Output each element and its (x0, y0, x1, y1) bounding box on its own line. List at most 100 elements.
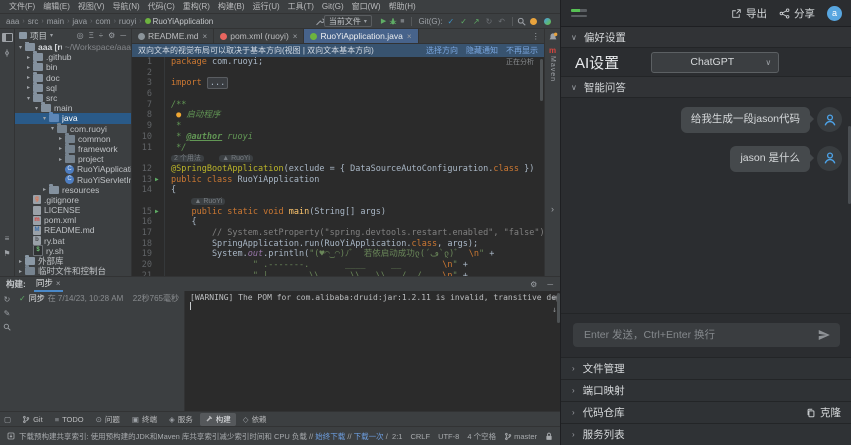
tree-chevron-icon[interactable]: ▾ (49, 125, 56, 132)
breadcrumb-item[interactable]: main (47, 17, 64, 26)
search-everywhere-icon[interactable] (517, 17, 526, 26)
menu-item[interactable]: 运行(U) (249, 1, 284, 12)
close-icon[interactable]: × (203, 32, 208, 41)
tree-item[interactable]: LICENSE (15, 205, 131, 215)
chat-input-box[interactable] (573, 323, 840, 347)
tool-window-tab-问题[interactable]: ⊙问题 (91, 413, 125, 426)
export-button[interactable]: 导出 (731, 6, 767, 21)
status-link[interactable]: 下载一次 (354, 432, 386, 441)
tree-item[interactable]: ▸framework (15, 144, 131, 154)
indent-widget[interactable]: 4 个空格 (467, 431, 496, 442)
run-button[interactable]: ▶ (381, 17, 386, 25)
tree-item[interactable]: RuoYiApplication (15, 164, 131, 174)
breadcrumb-item[interactable]: com (95, 17, 110, 26)
code-line[interactable]: 18 SpringApplication.run(RuoYiApplicatio… (132, 239, 544, 250)
code-line[interactable]: 20 " .-------. ____ __ \n" + (132, 260, 544, 271)
notifications-badge-icon[interactable] (530, 18, 537, 25)
code-line[interactable]: 10 * @author ruoyi (132, 132, 544, 143)
editor-tab[interactable]: README.md× (132, 29, 214, 43)
tree-chevron-icon[interactable]: ▸ (25, 54, 32, 61)
pin-icon[interactable]: ✎ (4, 309, 11, 318)
editor-tab[interactable]: pom.xml (ruoyi)× (214, 29, 304, 43)
find-icon[interactable] (3, 323, 11, 331)
tree-chevron-icon[interactable]: ▸ (57, 156, 64, 163)
tree-chevron-icon[interactable]: ▸ (57, 145, 64, 152)
code-line[interactable]: 11 */ (132, 143, 544, 154)
build-settings-icon[interactable]: ⚙ (529, 280, 538, 289)
code-line[interactable]: ▲ RuoYi (132, 196, 544, 207)
section-qa[interactable]: ∨ 智能问答 (561, 77, 851, 98)
tree-chevron-icon[interactable]: ▸ (41, 186, 48, 193)
tree-chevron-icon[interactable]: ▸ (25, 64, 32, 71)
breadcrumb-leaf[interactable]: RuoYiApplication (145, 17, 214, 26)
commit-stripe-icon[interactable] (3, 49, 11, 57)
model-select[interactable]: ChatGPT ∨ (651, 52, 779, 73)
chevron-down-icon[interactable]: ▾ (50, 32, 53, 39)
tool-window-tab-git[interactable]: Git (17, 414, 48, 425)
section-preferences[interactable]: ∨ 偏好设置 (561, 27, 851, 48)
tab-list-more-icon[interactable]: ⋮ (528, 31, 545, 42)
build-hide-icon[interactable]: ─ (546, 280, 554, 289)
code-line[interactable]: 7/** (132, 100, 544, 111)
tree-item[interactable]: ▸临时文件和控制台 (15, 266, 131, 276)
status-message[interactable]: 下载预构建共享索引: 使用预构建的JDK和Maven 库共享索引减少索引时间和 … (19, 431, 388, 442)
code-line[interactable]: 16 { (132, 217, 544, 228)
build-console[interactable]: [WARNING] The POM for com.alibaba:druid:… (185, 291, 560, 411)
banner-action-dont-show[interactable]: 不再显示 (506, 45, 538, 56)
project-panel-title[interactable]: 项目 (30, 30, 47, 42)
breadcrumb-item[interactable]: java (72, 17, 87, 26)
workspace-logo-icon[interactable] (571, 9, 587, 17)
rerun-icon[interactable]: ↻ (4, 295, 11, 304)
code-line[interactable]: 15▶ public static void main(String[] arg… (132, 207, 544, 218)
expand-all-icon[interactable]: ÷ (98, 31, 104, 40)
settings-icon[interactable]: ⚙ (107, 31, 116, 40)
code-line[interactable]: 2 (132, 68, 544, 79)
tree-item[interactable]: ▸project (15, 154, 131, 164)
tree-item[interactable]: ry.sh (15, 246, 131, 256)
caret-position-widget[interactable]: 2:1 (392, 432, 402, 441)
stop-button[interactable]: ■ (400, 18, 404, 25)
chat-bubble[interactable]: 给我生成一段jason代码 (681, 107, 810, 133)
tree-item[interactable]: README.md (15, 225, 131, 235)
tool-window-tab-依赖[interactable]: ◇依赖 (238, 413, 272, 426)
code-line[interactable]: 9 * (132, 121, 544, 132)
tree-item[interactable]: pom.xml (15, 215, 131, 225)
tool-window-tab-终端[interactable]: ▣终端 (127, 413, 162, 426)
code-line[interactable]: 13▶public class RuoYiApplication (132, 175, 544, 186)
menu-item[interactable]: 编辑(E) (39, 1, 74, 12)
tree-item[interactable]: ▾com.ruoyi (15, 124, 131, 134)
tree-chevron-icon[interactable]: ▸ (25, 84, 32, 91)
send-icon[interactable] (817, 328, 831, 342)
chat-bubble[interactable]: jason 是什么 (730, 146, 810, 172)
menu-item[interactable]: 窗口(W) (348, 1, 385, 12)
editor-tab[interactable]: RuoYiApplication.java× (304, 29, 418, 43)
tree-chevron-icon[interactable]: ▾ (41, 115, 48, 122)
menu-item[interactable]: Git(G) (318, 2, 348, 11)
code-line[interactable]: 17 // System.setProperty("spring.devtool… (132, 228, 544, 239)
code-line[interactable]: 1package com.ruoyi; (132, 57, 544, 68)
tree-item[interactable]: ▸common (15, 134, 131, 144)
plugin-icon[interactable] (544, 18, 551, 25)
close-icon[interactable]: × (407, 32, 412, 41)
menu-item[interactable]: 代码(C) (144, 1, 179, 12)
menu-item[interactable]: 文件(F) (5, 1, 39, 12)
chat-input[interactable] (582, 328, 811, 342)
status-link[interactable]: 始终下载 (315, 432, 347, 441)
bookmark-stripe-icon[interactable]: ⚑ (3, 249, 10, 258)
tree-chevron-icon[interactable]: ▸ (17, 268, 24, 275)
code-line[interactable]: 19 System.out.println("(♥◠‿◠)ﾉﾞ 若依启动成功ლ(… (132, 249, 544, 260)
close-icon[interactable]: × (293, 32, 298, 41)
banner-action-hide-notification[interactable]: 隐藏通知 (466, 45, 498, 56)
git-push-button[interactable]: ↗ (473, 17, 480, 26)
menu-item[interactable]: 帮助(H) (385, 1, 420, 12)
notifications-bell-icon[interactable] (548, 32, 558, 42)
git-history-button[interactable]: ↻ (486, 17, 493, 26)
tree-item[interactable]: ▾main (15, 103, 131, 113)
code-line[interactable]: 2 个用法 ▲ RuoYi (132, 153, 544, 164)
customize-icon[interactable] (315, 17, 324, 26)
tree-item[interactable]: ▾java (15, 113, 131, 123)
breadcrumb-item[interactable]: aaa (6, 17, 19, 26)
code-line[interactable]: 21 " | _ _ \\ \\ \\ / / \n" + (132, 271, 544, 276)
tree-item[interactable]: RuoYiServletInitializer (15, 174, 131, 184)
tree-chevron-icon[interactable]: ▾ (17, 44, 24, 51)
